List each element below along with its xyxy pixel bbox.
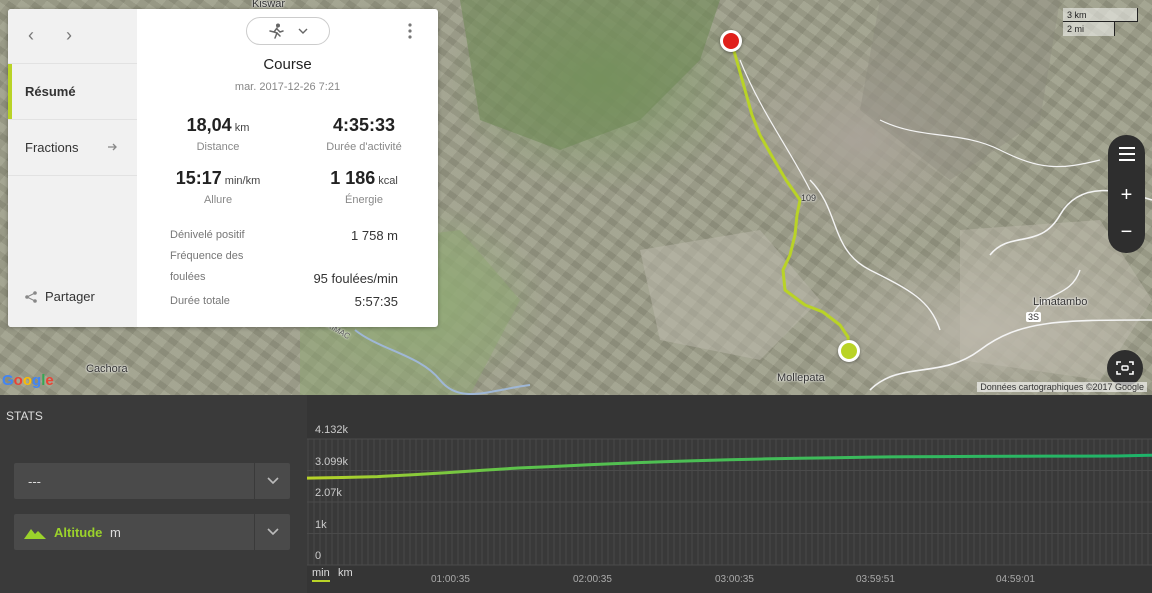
secondary-metric-text: Altitude m bbox=[54, 525, 121, 540]
map-view[interactable]: Kiswar Cachora Mollepata Limatambo 3S 10… bbox=[0, 0, 1152, 395]
activity-date: mar. 2017-12-26 7:21 bbox=[234, 81, 341, 93]
x-unit-distance-toggle[interactable]: km bbox=[338, 567, 353, 579]
y-tick-label: 4.132k bbox=[315, 424, 349, 436]
place-label-limatambo: Limatambo bbox=[1033, 296, 1088, 308]
route-shield-3s: 3S bbox=[1026, 312, 1042, 322]
zoom-out-button[interactable]: − bbox=[1108, 214, 1145, 251]
x-tick-label: 04:59:01 bbox=[996, 574, 1035, 585]
pace-stat: 15:17 min/km Allure bbox=[143, 168, 293, 206]
chevron-down-icon bbox=[254, 463, 290, 499]
secondary-metric-select[interactable]: Altitude m bbox=[14, 514, 290, 550]
route-start-marker[interactable] bbox=[838, 340, 860, 362]
duration-stat: 4:35:33 Durée d'activité bbox=[289, 115, 439, 153]
route-end-marker[interactable] bbox=[720, 30, 742, 52]
place-label-cachora: Cachora bbox=[86, 363, 128, 375]
map-controls: + − bbox=[1108, 135, 1145, 253]
distance-label: Distance bbox=[196, 141, 240, 153]
total-duration-label: Durée totale bbox=[170, 295, 230, 307]
energy-stat: 1 186 kcal Énergie bbox=[289, 168, 439, 206]
duration-value: 4:35:33 bbox=[332, 115, 396, 135]
pace-value: 15:17 bbox=[175, 168, 222, 188]
total-duration-value: 5:57:35 bbox=[354, 294, 398, 309]
stats-panel: STATS --- Altitude m 4.132k 3.099k 2.07k… bbox=[0, 395, 1152, 593]
x-tick-label: 02:00:35 bbox=[573, 574, 612, 585]
altitude-label: Altitude bbox=[54, 525, 103, 540]
share-button[interactable]: Partager bbox=[25, 289, 95, 304]
running-icon bbox=[269, 23, 284, 39]
altitude-chart-svg bbox=[307, 438, 1152, 566]
cadence-label: Fréquence des foulées bbox=[170, 250, 244, 283]
place-label-mollepata: Mollepata bbox=[777, 372, 825, 384]
back-arrow-icon[interactable]: ‹ bbox=[28, 25, 34, 46]
primary-metric-value: --- bbox=[28, 474, 41, 489]
map-scale: 3 km 2 mi bbox=[1063, 8, 1138, 36]
stats-title: STATS bbox=[6, 409, 43, 423]
energy-label: Énergie bbox=[345, 194, 383, 206]
zoom-in-button[interactable]: + bbox=[1108, 177, 1145, 214]
layers-menu-icon[interactable] bbox=[1108, 135, 1145, 172]
nav-divider bbox=[8, 175, 137, 176]
scale-imperial: 2 mi bbox=[1063, 22, 1115, 36]
more-options-icon[interactable] bbox=[408, 23, 412, 39]
forward-arrow-icon[interactable]: › bbox=[66, 25, 72, 46]
altitude-chart[interactable]: 4.132k 3.099k 2.07k 1k 0 01:00:35 02:00:… bbox=[307, 395, 1152, 593]
route-label-109: 109 bbox=[801, 193, 817, 203]
ascent-label: Dénivelé positif bbox=[170, 229, 245, 241]
activity-title: Course bbox=[263, 56, 312, 73]
share-label: Partager bbox=[45, 289, 95, 304]
distance-value: 18,04 bbox=[186, 115, 232, 135]
altitude-unit: m bbox=[110, 525, 121, 540]
fit-route-icon bbox=[1116, 361, 1134, 375]
chevron-down-icon bbox=[298, 28, 308, 34]
chevron-down-icon bbox=[254, 514, 290, 550]
side-nav: ‹ › Résumé Fractions Partager bbox=[8, 9, 137, 327]
y-tick-label: 0 bbox=[315, 550, 322, 562]
x-tick-label: 03:59:51 bbox=[856, 574, 895, 585]
duration-label: Durée d'activité bbox=[326, 141, 402, 153]
y-tick-label: 1k bbox=[315, 519, 327, 531]
scale-metric: 3 km bbox=[1063, 8, 1138, 22]
google-logo: Google bbox=[2, 372, 54, 389]
y-tick-label: 2.07k bbox=[315, 487, 342, 499]
primary-metric-select[interactable]: --- bbox=[14, 463, 290, 499]
distance-unit: km bbox=[234, 122, 250, 134]
distance-stat: 18,04 km Distance bbox=[143, 115, 293, 153]
tab-splits-label: Fractions bbox=[25, 140, 79, 155]
mountain-icon bbox=[24, 529, 46, 539]
pace-label: Allure bbox=[203, 194, 233, 206]
activity-summary-card: ‹ › Résumé Fractions Partager Course mar… bbox=[8, 9, 438, 327]
x-tick-label: 01:00:35 bbox=[431, 574, 470, 585]
cadence-value: 95 foulées/min bbox=[313, 271, 398, 286]
stats-sidebar: STATS --- Altitude m bbox=[0, 395, 307, 593]
map-attribution[interactable]: Données cartographiques ©2017 Google bbox=[977, 382, 1147, 392]
x-unit-time-toggle[interactable]: min bbox=[312, 567, 330, 582]
y-tick-label: 3.099k bbox=[315, 456, 349, 468]
tab-summary[interactable]: Résumé bbox=[8, 63, 137, 120]
tab-summary-label: Résumé bbox=[25, 84, 76, 99]
activity-type-selector[interactable] bbox=[246, 17, 330, 45]
share-icon bbox=[25, 290, 37, 303]
ascent-value: 1 758 m bbox=[351, 228, 398, 243]
tab-splits[interactable]: Fractions bbox=[8, 119, 137, 175]
fit-route-button[interactable] bbox=[1107, 350, 1143, 386]
x-tick-label: 03:00:35 bbox=[715, 574, 754, 585]
pace-unit: min/km bbox=[224, 175, 261, 187]
splits-icon bbox=[108, 143, 117, 151]
energy-value: 1 186 bbox=[330, 168, 376, 188]
energy-unit: kcal bbox=[378, 175, 398, 187]
